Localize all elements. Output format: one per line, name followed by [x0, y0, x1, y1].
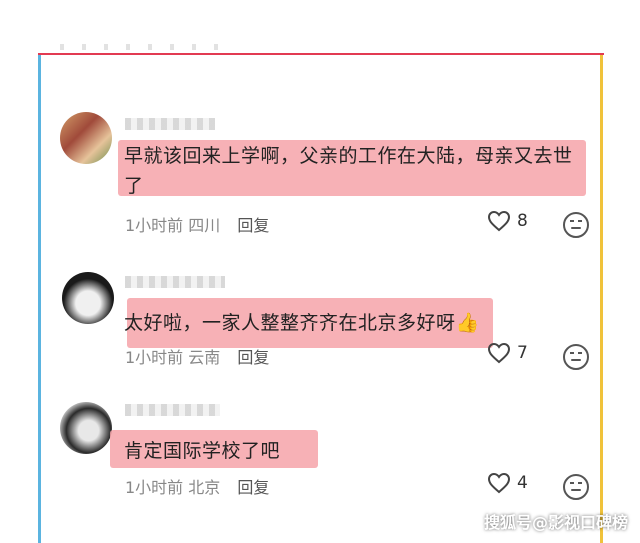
- avatar[interactable]: [60, 112, 112, 164]
- comment-time: 1小时前: [125, 478, 184, 497]
- comment-meta: 1小时前 云南 回复: [125, 344, 269, 368]
- like-button[interactable]: 7: [487, 342, 528, 364]
- comment-text: 太好啦，一家人整整齐齐在北京多好呀👍: [124, 312, 480, 334]
- like-count: 8: [517, 211, 528, 231]
- emoji-icon[interactable]: [563, 212, 589, 238]
- comment-meta: 1小时前 四川 回复: [125, 212, 269, 236]
- comment-location: 四川: [188, 216, 221, 235]
- reply-button[interactable]: 回复: [237, 216, 269, 235]
- comment-text: 肯定国际学校了吧: [124, 440, 281, 462]
- reply-button[interactable]: 回复: [237, 478, 269, 497]
- emoji-icon[interactable]: [563, 474, 589, 500]
- emoji-icon[interactable]: [563, 344, 589, 370]
- like-button[interactable]: 4: [487, 472, 528, 494]
- like-count: 4: [517, 473, 528, 493]
- comment-time: 1小时前: [125, 216, 184, 235]
- like-button[interactable]: 8: [487, 210, 528, 232]
- comment-text: 早就该回来上学啊，父亲的工作在大陆，母亲又去世 了: [124, 145, 573, 197]
- heart-icon: [487, 472, 511, 494]
- blurred-header-remnant: [60, 44, 220, 50]
- like-count: 7: [517, 343, 528, 363]
- username-blurred[interactable]: [125, 404, 220, 416]
- thumbs-up-icon: 👍: [455, 312, 480, 334]
- username-blurred[interactable]: [125, 276, 225, 288]
- frame-left-line: [38, 55, 41, 543]
- avatar[interactable]: [60, 402, 112, 454]
- comment-time: 1小时前: [125, 348, 184, 367]
- comment-meta: 1小时前 北京 回复: [125, 474, 269, 498]
- comment-location: 云南: [188, 348, 221, 367]
- frame-right-line: [600, 55, 603, 543]
- heart-icon: [487, 342, 511, 364]
- reply-button[interactable]: 回复: [237, 348, 269, 367]
- comment-location: 北京: [188, 478, 221, 497]
- frame-top-line: [38, 53, 604, 55]
- username-blurred[interactable]: [125, 118, 215, 130]
- avatar[interactable]: [62, 272, 114, 324]
- heart-icon: [487, 210, 511, 232]
- watermark: 搜狐号@影视口碑榜: [483, 513, 628, 532]
